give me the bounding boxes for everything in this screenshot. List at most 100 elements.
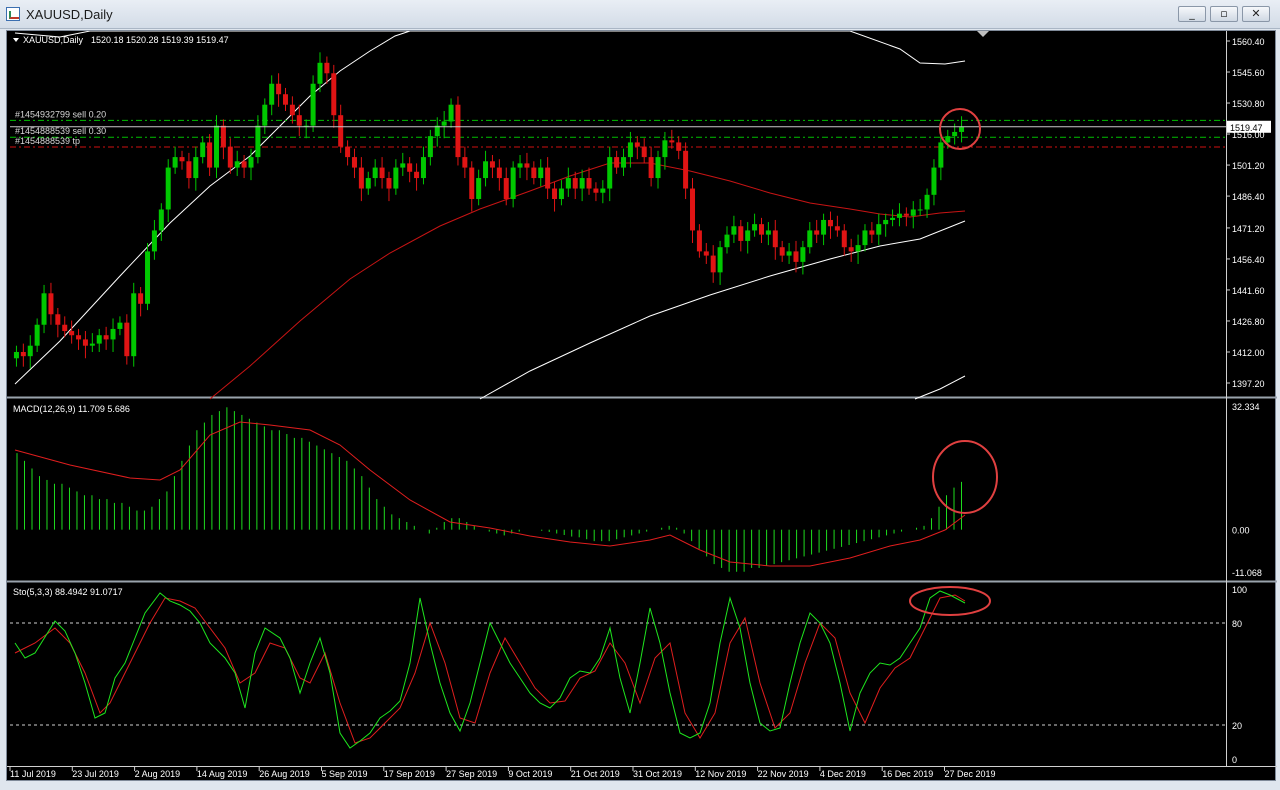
time-tick-label: 27 Dec 2019: [945, 769, 996, 779]
candle-body: [710, 255, 716, 273]
candle-body: [282, 94, 288, 105]
candle-body: [55, 314, 61, 325]
candle-body: [386, 178, 392, 189]
candle-body: [241, 161, 247, 168]
candle-body: [131, 293, 137, 357]
candle-body: [393, 167, 399, 189]
order-level-label: #1454888539 sell 0.30: [15, 126, 106, 136]
candle-body: [262, 104, 268, 126]
candle-body: [379, 167, 385, 179]
chart-frame[interactable]: 1560.40 1545.60 1530.80 1516.00 1501.20 1486.…: [6, 30, 1277, 782]
candle-body: [552, 188, 558, 200]
candle-body: [220, 125, 226, 147]
candle-body: [607, 157, 613, 189]
close-button[interactable]: ✕: [1242, 6, 1270, 22]
candle-body: [82, 339, 88, 346]
band-line-upper_lower_right: [914, 375, 966, 400]
candle-body: [959, 126, 965, 132]
collapse-arrow-icon: [13, 38, 19, 42]
minimize-button[interactable]: _: [1178, 6, 1206, 22]
candle-body: [752, 224, 758, 231]
candle-body: [345, 146, 351, 158]
slow-ma-line: [209, 162, 966, 400]
band-line-middle: [14, 31, 411, 385]
price-tick-label: 1412.00: [1232, 348, 1265, 358]
price-chart-title: XAUUSD,Daily: [23, 35, 84, 45]
candle-body: [676, 142, 682, 151]
candle-body: [621, 157, 627, 168]
candle-body: [331, 73, 337, 116]
chart-canvas[interactable]: 1560.401545.601530.801516.001501.201486.…: [7, 31, 1277, 782]
candle-body: [145, 251, 151, 304]
candle-body: [372, 167, 378, 179]
stoch-tick-label: 20: [1232, 721, 1242, 731]
candle-body: [158, 209, 164, 231]
candle-body: [855, 245, 861, 252]
candle-body: [690, 188, 696, 231]
candle-body: [903, 213, 909, 216]
time-tick-label: 23 Jul 2019: [72, 769, 119, 779]
candle-body: [310, 83, 316, 126]
candle-body: [76, 335, 82, 340]
candle-body: [20, 351, 26, 357]
price-tick-label: 1456.40: [1232, 255, 1265, 265]
candle-body: [896, 213, 902, 218]
candle-body: [655, 157, 661, 179]
candle-body: [255, 125, 261, 158]
price-tick-label: 1501.20: [1232, 161, 1265, 171]
candle-body: [938, 142, 944, 168]
price-tick-label: 1441.60: [1232, 286, 1265, 296]
candle-body: [614, 157, 620, 168]
candle-body: [207, 142, 213, 168]
candle-body: [641, 146, 647, 158]
candle-body: [227, 146, 233, 168]
candle-body: [96, 335, 102, 344]
maximize-button[interactable]: ▫: [1210, 6, 1238, 22]
candle-body: [772, 230, 778, 248]
candle-body: [276, 83, 282, 95]
candle-body: [883, 219, 889, 225]
price-tick-label: 1426.80: [1232, 317, 1265, 327]
candle-body: [724, 234, 730, 248]
order-level-label: #1454932799 sell 0.20: [15, 109, 106, 119]
time-tick-label: 11 Jul 2019: [10, 769, 56, 779]
highlight-circle: [909, 586, 991, 616]
candle-body: [151, 230, 157, 252]
time-tick-label: 21 Oct 2019: [571, 769, 620, 779]
macd-tick-label: 0.00: [1232, 526, 1250, 536]
candle-body: [193, 157, 199, 179]
candle-body: [862, 230, 868, 246]
order-level-label: #1454888539 tp: [15, 136, 80, 146]
candle-body: [214, 125, 220, 168]
candle-body: [503, 178, 509, 200]
candle-body: [869, 230, 875, 235]
candle-body: [455, 104, 461, 158]
candle-body: [165, 167, 171, 210]
candle-body: [296, 115, 302, 126]
candle-body: [593, 188, 599, 193]
candle-body: [565, 178, 571, 189]
price-tick-label: 1471.20: [1232, 224, 1265, 234]
candle-body: [69, 331, 75, 336]
candle-body: [572, 178, 578, 189]
macd-title: MACD(12,26,9) 11.709 5.686: [13, 404, 130, 414]
candle-body: [738, 226, 744, 241]
time-tick-label: 17 Sep 2019: [384, 769, 435, 779]
candle-body: [338, 115, 344, 147]
candle-body: [110, 328, 116, 340]
stoch-tick-label: 80: [1232, 619, 1242, 629]
window-title: XAUUSD,Daily: [26, 7, 113, 22]
time-tick-label: 26 Aug 2019: [259, 769, 310, 779]
time-tick-label: 2 Aug 2019: [135, 769, 181, 779]
candle-body: [917, 209, 923, 211]
candle-body: [117, 322, 123, 329]
time-tick-label: 14 Aug 2019: [197, 769, 248, 779]
candle-body: [841, 230, 847, 248]
candle-body: [717, 247, 723, 273]
time-tick-label: 4 Dec 2019: [820, 769, 866, 779]
candle-body: [952, 131, 958, 137]
candle-body: [496, 167, 502, 179]
candle-body: [779, 247, 785, 256]
candle-body: [103, 335, 109, 340]
candle-body: [814, 230, 820, 235]
